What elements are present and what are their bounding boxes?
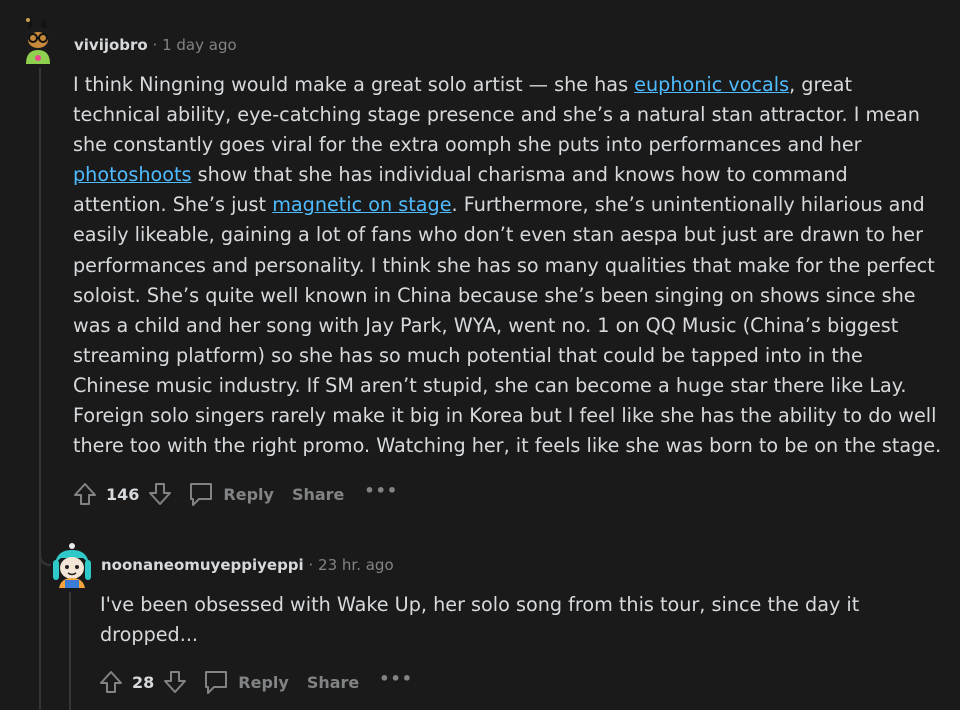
comment-bubble-icon xyxy=(205,671,228,694)
link-euphonic-vocals[interactable]: euphonic vocals xyxy=(634,73,789,96)
thread-line-child[interactable] xyxy=(69,592,71,710)
more-options-button[interactable]: ••• xyxy=(379,669,413,688)
comment-actions: 146 Reply Share ••• xyxy=(72,480,398,508)
reply-label: Reply xyxy=(223,484,274,504)
reply-button[interactable]: Reply xyxy=(187,480,274,508)
separator-dot: · xyxy=(308,556,314,574)
user-avatar-icon xyxy=(24,18,52,64)
reply-label: Reply xyxy=(238,672,289,692)
downvote-icon[interactable] xyxy=(147,481,173,507)
username[interactable]: noonaneomuyeppiyeppi xyxy=(101,556,304,574)
share-button[interactable]: Share xyxy=(307,673,359,692)
upvote-icon[interactable] xyxy=(98,669,124,695)
comment-text: I've been obsessed with Wake Up, her sol… xyxy=(100,593,860,647)
more-options-button[interactable]: ••• xyxy=(364,481,398,500)
comment-meta: vivijobro · 1 day ago xyxy=(74,36,237,54)
share-button[interactable]: Share xyxy=(292,485,344,504)
link-photoshoots[interactable]: photoshoots xyxy=(73,163,192,186)
vote-count: 146 xyxy=(106,484,140,504)
timestamp[interactable]: 23 hr. ago xyxy=(318,556,394,574)
comment-thread: vivijobro · 1 day ago I think Ningning w… xyxy=(0,0,960,710)
timestamp[interactable]: 1 day ago xyxy=(162,36,237,54)
separator-dot: · xyxy=(152,36,158,54)
vote-count: 28 xyxy=(132,672,155,692)
avatar[interactable] xyxy=(49,542,95,588)
username[interactable]: vivijobro xyxy=(74,36,148,54)
user-avatar-icon xyxy=(53,543,91,588)
comment-meta: noonaneomuyeppiyeppi · 23 hr. ago xyxy=(101,556,394,574)
comment-body: I think Ningning would make a great solo… xyxy=(73,70,943,461)
downvote-icon[interactable] xyxy=(162,669,188,695)
comment-text: . Furthermore, she’s unintentionally hil… xyxy=(73,193,942,458)
comment-bubble-icon xyxy=(190,483,213,506)
reply-button[interactable]: Reply xyxy=(202,668,289,696)
comment-body: I've been obsessed with Wake Up, her sol… xyxy=(100,590,860,650)
avatar[interactable] xyxy=(16,16,60,64)
comment-actions: 28 Reply Share ••• xyxy=(98,668,413,696)
link-magnetic-on-stage[interactable]: magnetic on stage xyxy=(272,193,451,216)
thread-line-parent[interactable] xyxy=(39,68,41,710)
upvote-icon[interactable] xyxy=(72,481,98,507)
comment-text: I think Ningning would make a great solo… xyxy=(73,73,635,96)
